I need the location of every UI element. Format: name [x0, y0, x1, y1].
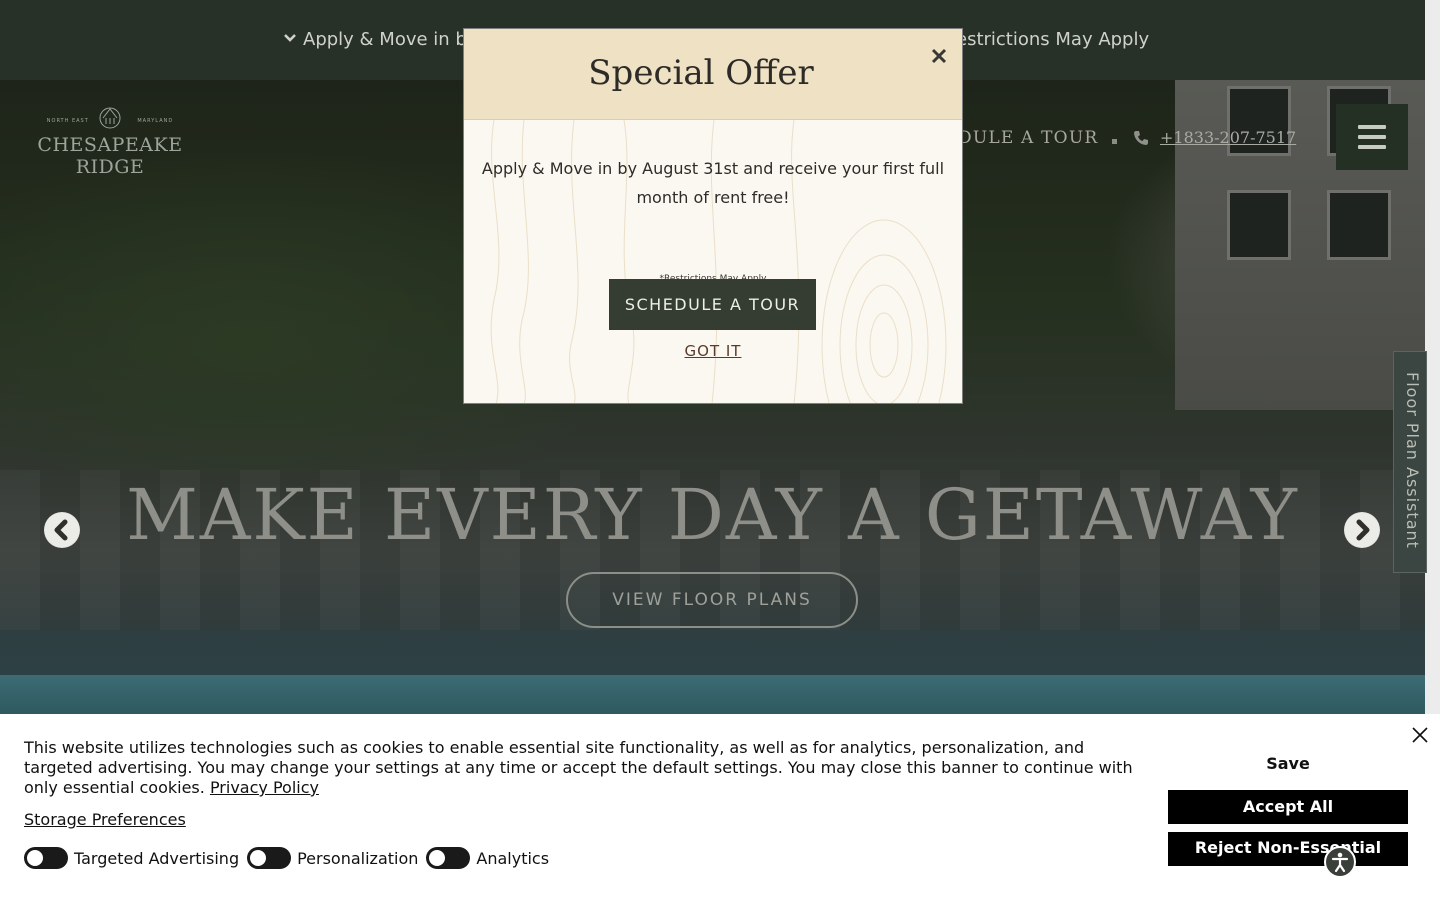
view-floor-plans-button[interactable]: VIEW FLOOR PLANS [566, 572, 858, 628]
toggle-analytics[interactable] [426, 847, 471, 869]
hero-pool [0, 675, 1425, 715]
accessibility-icon [1331, 852, 1349, 873]
logo-tagline-left: NORTH EAST [46, 118, 89, 124]
logo-tagline-right: MARYLAND [137, 118, 174, 124]
privacy-policy-link[interactable]: Privacy Policy [210, 778, 319, 797]
nav-phone-link[interactable]: +1833-207-7517 [1160, 128, 1296, 147]
toggle-label: Personalization [297, 848, 419, 868]
modal-header: Special Offer [464, 29, 962, 120]
close-icon[interactable] [1411, 726, 1429, 744]
hamburger-icon [1358, 125, 1386, 129]
site-logo[interactable]: NORTH EAST MARYLAND CHESAPEAKE RIDGE [30, 104, 190, 178]
hamburger-icon [1358, 135, 1386, 139]
arrow-left-icon [45, 513, 79, 547]
hero-window [1327, 190, 1391, 260]
logo-tagline: NORTH EAST MARYLAND [30, 118, 190, 124]
hamburger-icon [1358, 145, 1386, 149]
hero-headline: MAKE EVERY DAY A GETAWAY [126, 474, 1299, 556]
menu-button[interactable] [1336, 104, 1408, 170]
modal-body-text: Apply & Move in by August 31st and recei… [481, 159, 945, 207]
reject-non-essential-button[interactable]: Reject Non-Essential [1168, 832, 1408, 866]
logo-name-line2: RIDGE [75, 156, 145, 178]
toggle-label: Targeted Advertising [74, 848, 240, 868]
got-it-link[interactable]: GOT IT [464, 342, 962, 360]
carousel-prev-button[interactable] [44, 512, 80, 548]
hero-window [1227, 190, 1291, 260]
storage-preferences-link[interactable]: Storage Preferences [24, 810, 186, 829]
special-offer-modal: Special Offer Apply & Move in by August … [463, 28, 963, 404]
logo-name-line1: CHESAPEAKE [37, 134, 183, 156]
nav-schedule-tour-link[interactable]: DULE A TOUR [958, 128, 1098, 148]
chevron-down-icon[interactable] [282, 30, 298, 46]
toggle-targeted-advertising[interactable] [24, 847, 68, 869]
phone-icon [1134, 131, 1148, 145]
cookie-toggles: Targeted Advertising Personalization Ana… [24, 846, 557, 870]
accessibility-button[interactable] [1324, 846, 1356, 878]
announcement-text-right: estrictions May Apply [956, 29, 1150, 50]
carousel-next-button[interactable] [1344, 512, 1380, 548]
nav-separator [1112, 139, 1117, 144]
cookie-description-text: This website utilizes technologies such … [24, 738, 1133, 797]
arrow-right-icon [1345, 513, 1379, 547]
schedule-tour-button[interactable]: SCHEDULE A TOUR [609, 279, 816, 330]
save-button[interactable]: Save [1168, 754, 1408, 776]
cookie-description: This website utilizes technologies such … [24, 738, 1144, 798]
accept-all-button[interactable]: Accept All [1168, 790, 1408, 824]
announcement-text-left: Apply & Move in by [303, 29, 478, 50]
modal-title: Special Offer [588, 53, 814, 93]
close-icon[interactable] [928, 45, 950, 67]
toggle-personalization[interactable] [247, 847, 292, 869]
toggle-label: Analytics [476, 848, 550, 868]
logo-mark-icon [99, 107, 121, 129]
